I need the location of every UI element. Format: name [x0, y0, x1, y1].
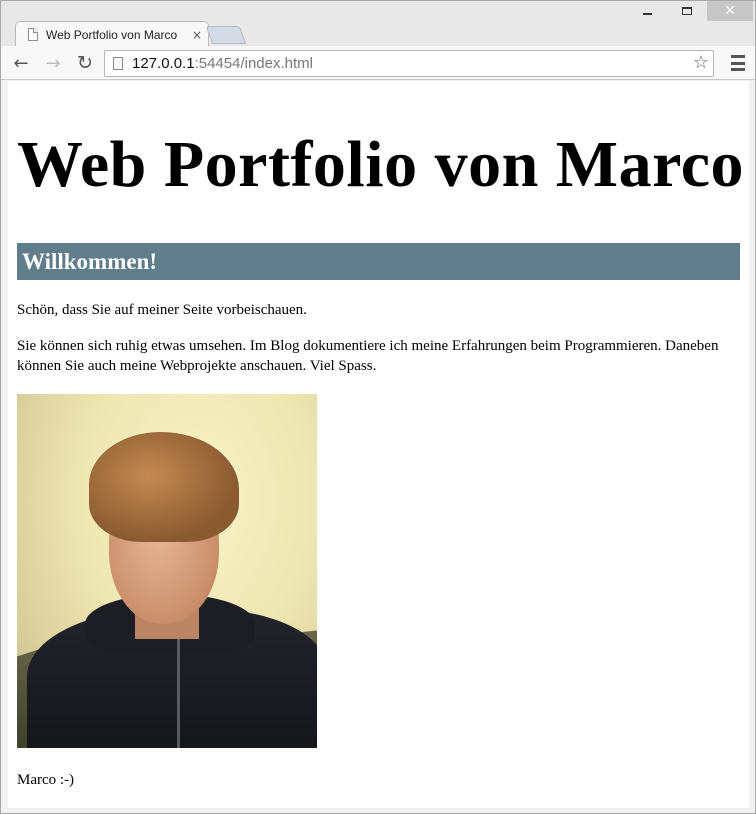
page-content: Web Portfolio von Marco Willkommen! Schö…: [8, 127, 749, 790]
browser-toolbar: ← → ↻ 127.0.0.1:54454/index.html ☆: [1, 46, 755, 80]
url-text[interactable]: 127.0.0.1:54454/index.html: [132, 55, 313, 72]
url-host: 127.0.0.1: [132, 55, 195, 72]
forward-icon: →: [45, 52, 61, 74]
description-paragraph: Sie können sich ruhig etwas umsehen. Im …: [17, 338, 719, 374]
browser-window: Web Portfolio von Marco × ✕ ← → ↻ 127.0.…: [0, 0, 756, 814]
minimize-button[interactable]: [627, 1, 667, 21]
profile-photo: [17, 394, 317, 748]
window-controls: ✕: [627, 1, 753, 21]
close-window-button[interactable]: ✕: [707, 1, 753, 21]
close-icon: ✕: [724, 3, 736, 19]
page-title: Web Portfolio von Marco: [17, 128, 744, 201]
url-path: :54454/index.html: [194, 55, 313, 72]
tab-close-icon[interactable]: ×: [186, 28, 208, 42]
tab-active[interactable]: Web Portfolio von Marco ×: [15, 21, 209, 47]
tab-title: Web Portfolio von Marco: [46, 27, 178, 42]
page-icon: [28, 28, 38, 41]
forward-button[interactable]: →: [41, 51, 65, 75]
address-bar[interactable]: 127.0.0.1:54454/index.html ☆: [104, 50, 714, 77]
section-title: Willkommen!: [17, 243, 740, 280]
new-tab-button[interactable]: [205, 26, 247, 44]
maximize-icon: [682, 7, 692, 15]
signoff-text: Marco :-): [17, 772, 75, 788]
reload-button[interactable]: ↻: [73, 51, 97, 75]
menu-icon[interactable]: [731, 55, 745, 71]
title-bar: Web Portfolio von Marco × ✕: [1, 1, 755, 47]
back-icon: ←: [13, 52, 29, 74]
intro-paragraph: Schön, dass Sie auf meiner Seite vorbeis…: [17, 302, 307, 318]
reload-icon: ↻: [77, 52, 93, 74]
star-icon[interactable]: ☆: [693, 52, 709, 73]
page-viewport: Web Portfolio von Marco Willkommen! Schö…: [8, 81, 749, 808]
page-icon: [113, 57, 123, 70]
maximize-button[interactable]: [667, 1, 707, 21]
minimize-icon: [642, 13, 652, 15]
back-button[interactable]: ←: [9, 51, 33, 75]
